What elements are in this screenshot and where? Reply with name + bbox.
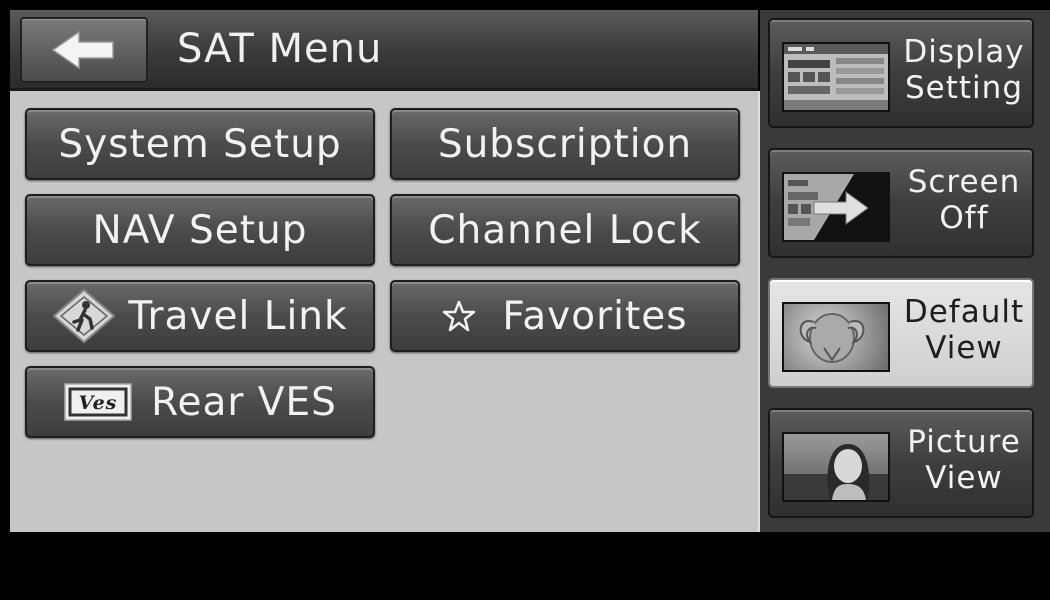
nav-setup-button[interactable]: NAV Setup (25, 194, 375, 266)
system-setup-label: System Setup (58, 121, 342, 167)
picture-view-thumbnail-icon (782, 432, 890, 502)
picture-view-label: Picture View (907, 424, 1021, 496)
travel-link-icon (52, 288, 116, 344)
back-arrow-icon (51, 30, 117, 70)
favorites-button[interactable]: Favorites (390, 280, 740, 352)
picture-view-button[interactable]: Picture View (768, 408, 1034, 518)
rear-ves-label: Rear VES (151, 379, 337, 425)
screen-off-label: Screen Off (907, 164, 1021, 236)
screen-off-thumbnail-icon (782, 172, 890, 242)
subscription-button[interactable]: Subscription (390, 108, 740, 180)
rear-ves-button[interactable]: Ves Rear VES (25, 366, 375, 438)
sat-menu-screen: SAT Menu System Setup Subscription NAV S… (0, 0, 1050, 532)
default-view-label: Default View (903, 294, 1025, 366)
display-setting-label: Display Setting (903, 34, 1025, 106)
star-icon (442, 300, 476, 332)
screen-off-button[interactable]: Screen Off (768, 148, 1034, 258)
page-title: SAT Menu (177, 26, 383, 72)
subscription-label: Subscription (437, 121, 693, 167)
ram-logo-icon (782, 302, 890, 372)
system-setup-button[interactable]: System Setup (25, 108, 375, 180)
favorites-label: Favorites (502, 293, 688, 339)
travel-link-button[interactable]: Travel Link (25, 280, 375, 352)
display-setting-button[interactable]: Display Setting (768, 18, 1034, 128)
channel-lock-button[interactable]: Channel Lock (390, 194, 740, 266)
channel-lock-label: Channel Lock (428, 207, 702, 253)
header-bar: SAT Menu (10, 10, 758, 91)
display-setting-thumbnail-icon (782, 42, 890, 112)
travel-link-label: Travel Link (128, 293, 348, 339)
default-view-button[interactable]: Default View (768, 278, 1034, 388)
view-sidebar: Display Setting Screen Off Default View … (760, 10, 1050, 532)
back-button[interactable] (20, 17, 148, 83)
ves-logo-text: Ves (79, 392, 118, 414)
menu-panel: System Setup Subscription NAV Setup Chan… (10, 91, 760, 532)
nav-setup-label: NAV Setup (92, 207, 308, 253)
ves-logo-icon: Ves (63, 382, 133, 422)
